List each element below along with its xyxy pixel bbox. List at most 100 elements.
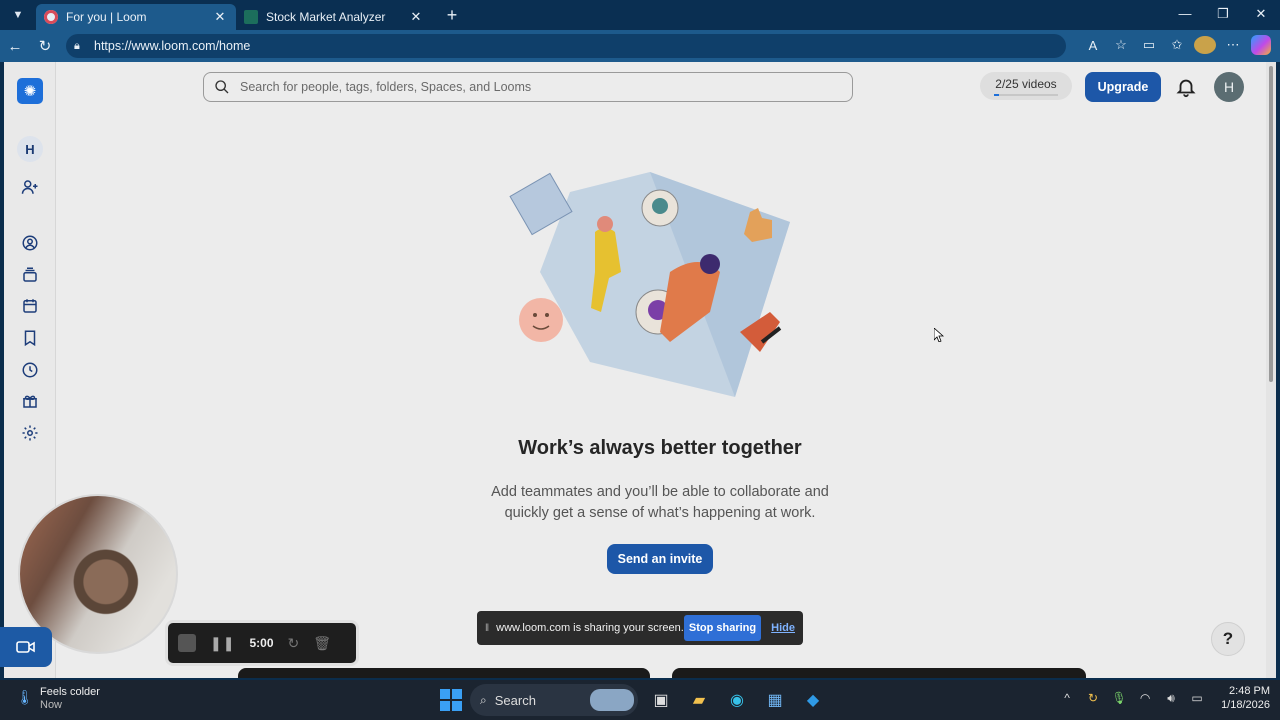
page-subtext: Add teammates and you’ll be able to coll… [460,482,860,524]
upgrade-button[interactable]: Upgrade [1085,72,1161,102]
new-tab-plus-icon[interactable]: + [440,5,464,26]
share-message: www.loom.com is sharing your screen. [496,622,684,634]
show-hidden-icons-chevron-icon[interactable]: ^ [1059,691,1075,705]
team-illustration [509,172,790,397]
tab-actions-chevron-icon[interactable]: ▼ [4,4,32,26]
videos-usage-pill[interactable]: 2/25 videos [980,72,1072,100]
video-camera-icon [16,641,35,653]
video-cards-peek [238,668,1098,678]
url-text: https://www.loom.com/home [94,39,251,53]
search-highlight-image [590,689,634,711]
library-icon[interactable] [17,262,43,288]
gift-icon[interactable] [17,388,43,414]
vscode-icon[interactable]: ◆ [798,685,828,715]
loom-home-page: ✺ H 2/25 videos Upgrad [4,62,1276,678]
clock-time: 2:48 PM [1229,685,1270,697]
copilot-icon[interactable] [1250,34,1272,56]
browser-tab-bar: ▼ For you | Loom ✕ Stock Market Analyzer… [0,0,1280,30]
page-headline: Work’s always better together [518,437,802,459]
refresh-icon[interactable]: ↻ [30,37,60,55]
thermometer-icon: 🌡︎ [16,689,34,705]
loom-favicon-icon [44,10,58,24]
weather-widget[interactable]: 🌡︎ Feels colder Now [16,686,100,712]
search-bar[interactable] [203,72,853,102]
close-tab-icon[interactable]: ✕ [408,9,424,25]
send-invite-button[interactable]: Send an invite [607,544,713,574]
drag-handle-icon[interactable]: ‖ [485,623,489,634]
store-icon[interactable]: ▦ [760,685,790,715]
microphone-icon[interactable]: 🎙︎ [1111,691,1127,705]
subtext-line-2: quickly get a sense of what’s happening … [504,505,816,521]
file-explorer-icon[interactable]: ▰ [684,685,714,715]
taskbar-search[interactable]: ⌕ Search [470,684,638,716]
split-screen-icon[interactable]: ▭ [1138,34,1160,56]
close-tab-icon[interactable]: ✕ [212,9,228,25]
favorite-star-icon[interactable]: ☆ [1110,34,1132,56]
minimize-icon[interactable]: — [1166,0,1204,30]
task-view-icon[interactable]: ▣ [646,685,676,715]
hide-link[interactable]: Hide [771,622,795,634]
bookmark-icon[interactable] [17,325,43,351]
mouse-cursor-icon [934,328,944,342]
loom-logo-icon[interactable]: ✺ [17,78,43,104]
weather-title: Feels colder [40,686,100,698]
stop-sharing-button[interactable]: Stop sharing [683,615,762,641]
history-clock-icon[interactable] [17,357,43,383]
tab-title: Stock Market Analyzer [266,10,386,24]
restart-icon[interactable]: ↻ [288,635,300,652]
address-toolbar: ← ↻ 🔒︎ https://www.loom.com/home A ☆ ▭ ✩… [0,30,1280,62]
recording-time: 5:00 [249,636,274,650]
tab-title: For you | Loom [66,10,147,24]
page-scrollbar[interactable] [1266,62,1276,678]
close-window-icon[interactable]: ✕ [1242,0,1280,30]
add-member-icon[interactable] [17,174,43,200]
volume-icon[interactable]: 🔊︎ [1163,691,1179,706]
sync-icon[interactable]: ↻ [1085,691,1101,705]
video-card-1[interactable] [238,668,650,678]
lock-icon: 🔒︎ [74,39,80,52]
stop-recording-icon[interactable] [178,634,196,652]
windows-start-icon[interactable] [440,689,462,711]
tab-stock-market-analyzer[interactable]: Stock Market Analyzer ✕ [236,4,432,30]
scrollbar-thumb[interactable] [1269,66,1273,382]
delete-trash-icon[interactable]: 🗑︎ [313,635,331,652]
video-card-2[interactable] [672,668,1086,678]
more-menu-icon[interactable]: ⋯ [1222,34,1244,56]
edge-browser-icon[interactable]: ◉ [722,685,752,715]
pause-icon[interactable]: ❚❚ [210,635,235,652]
workspace-avatar[interactable]: H [17,136,43,162]
tab-loom[interactable]: For you | Loom ✕ [36,4,236,30]
window-controls: — ❐ ✕ [1166,0,1280,30]
videos-count: 2/25 videos [995,76,1057,91]
for-you-icon[interactable] [17,230,43,256]
search-input[interactable] [240,80,830,94]
screen-share-notification: ‖ www.loom.com is sharing your screen. S… [477,611,803,645]
settings-gear-icon[interactable] [17,420,43,446]
battery-icon[interactable]: ▭ [1189,691,1205,705]
help-button[interactable]: ? [1211,622,1245,656]
read-aloud-icon[interactable]: A [1082,34,1104,56]
notifications-bell-icon[interactable] [1175,76,1197,98]
search-icon [215,80,229,94]
weather-subtitle: Now [40,699,63,711]
user-avatar[interactable]: H [1214,72,1244,102]
videos-progress-bar [994,93,1058,96]
taskbar-apps: ⌕ Search ▣ ▰ ◉ ▦ ◆ [440,684,828,716]
system-tray: ^ ↻ 🎙︎ ◠ 🔊︎ ▭ 2:48 PM 1/18/2026 [1059,684,1270,712]
taskbar-search-label: Search [494,692,536,708]
back-arrow-icon[interactable]: ← [0,38,30,55]
url-field[interactable]: 🔒︎ https://www.loom.com/home [66,34,1066,58]
system-clock[interactable]: 2:48 PM 1/18/2026 [1221,684,1270,712]
clock-date: 1/18/2026 [1221,699,1270,711]
restore-icon[interactable]: ❐ [1204,0,1242,30]
subtext-line-1: Add teammates and you’ll be able to coll… [491,484,829,500]
camera-toggle-button[interactable] [0,627,52,667]
favorites-icon[interactable]: ✩ [1166,34,1188,56]
windows-taskbar: 🌡︎ Feels colder Now ⌕ Search ▣ ▰ ◉ ▦ ◆ ^… [0,680,1280,720]
toolbar-icons: A ☆ ▭ ✩ ⋯ [1082,34,1272,56]
profile-avatar-icon[interactable] [1194,34,1216,56]
calendar-icon[interactable] [17,293,43,319]
search-icon: ⌕ [480,692,487,707]
recording-controls: ❚❚ 5:00 ↻ 🗑︎ [165,620,359,666]
wifi-icon[interactable]: ◠ [1137,691,1153,705]
